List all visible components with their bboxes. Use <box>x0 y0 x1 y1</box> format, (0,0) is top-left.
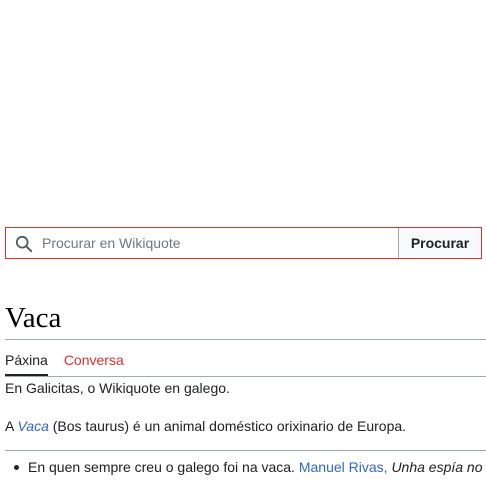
site-subtitle: En Galicitas, o Wikiquote en galego. <box>5 380 230 396</box>
tab-talk[interactable]: Conversa <box>64 350 124 376</box>
quote-author-link[interactable]: Manuel Rivas, <box>299 459 388 475</box>
bullet-icon <box>14 465 19 470</box>
search-box: Procurar <box>5 227 482 259</box>
quote-list: En quen sempre creu o galego foi na vaca… <box>0 458 486 476</box>
page-tabs: Páxina Conversa <box>5 350 140 376</box>
search-input[interactable] <box>6 228 398 258</box>
quote-item: En quen sempre creu o galego foi na vaca… <box>0 458 486 476</box>
lead-prefix: A <box>5 418 18 434</box>
lead-suffix: (Bos taurus) é un animal doméstico orixi… <box>48 418 407 434</box>
page-title: Vaca <box>5 302 62 334</box>
search-field[interactable] <box>6 228 398 258</box>
tab-page[interactable]: Páxina <box>5 350 48 376</box>
quote-text: En quen sempre creu o galego foi na vaca… <box>28 459 295 475</box>
lead-paragraph: A Vaca (Bos taurus) é un animal doméstic… <box>5 417 406 435</box>
content-divider <box>5 450 486 451</box>
title-divider <box>5 339 486 340</box>
quote-source: Unha espía no <box>391 459 483 475</box>
tabs-divider <box>5 376 486 377</box>
search-button[interactable]: Procurar <box>398 228 481 258</box>
search-icon <box>15 235 33 253</box>
vaca-link[interactable]: Vaca <box>17 418 48 434</box>
